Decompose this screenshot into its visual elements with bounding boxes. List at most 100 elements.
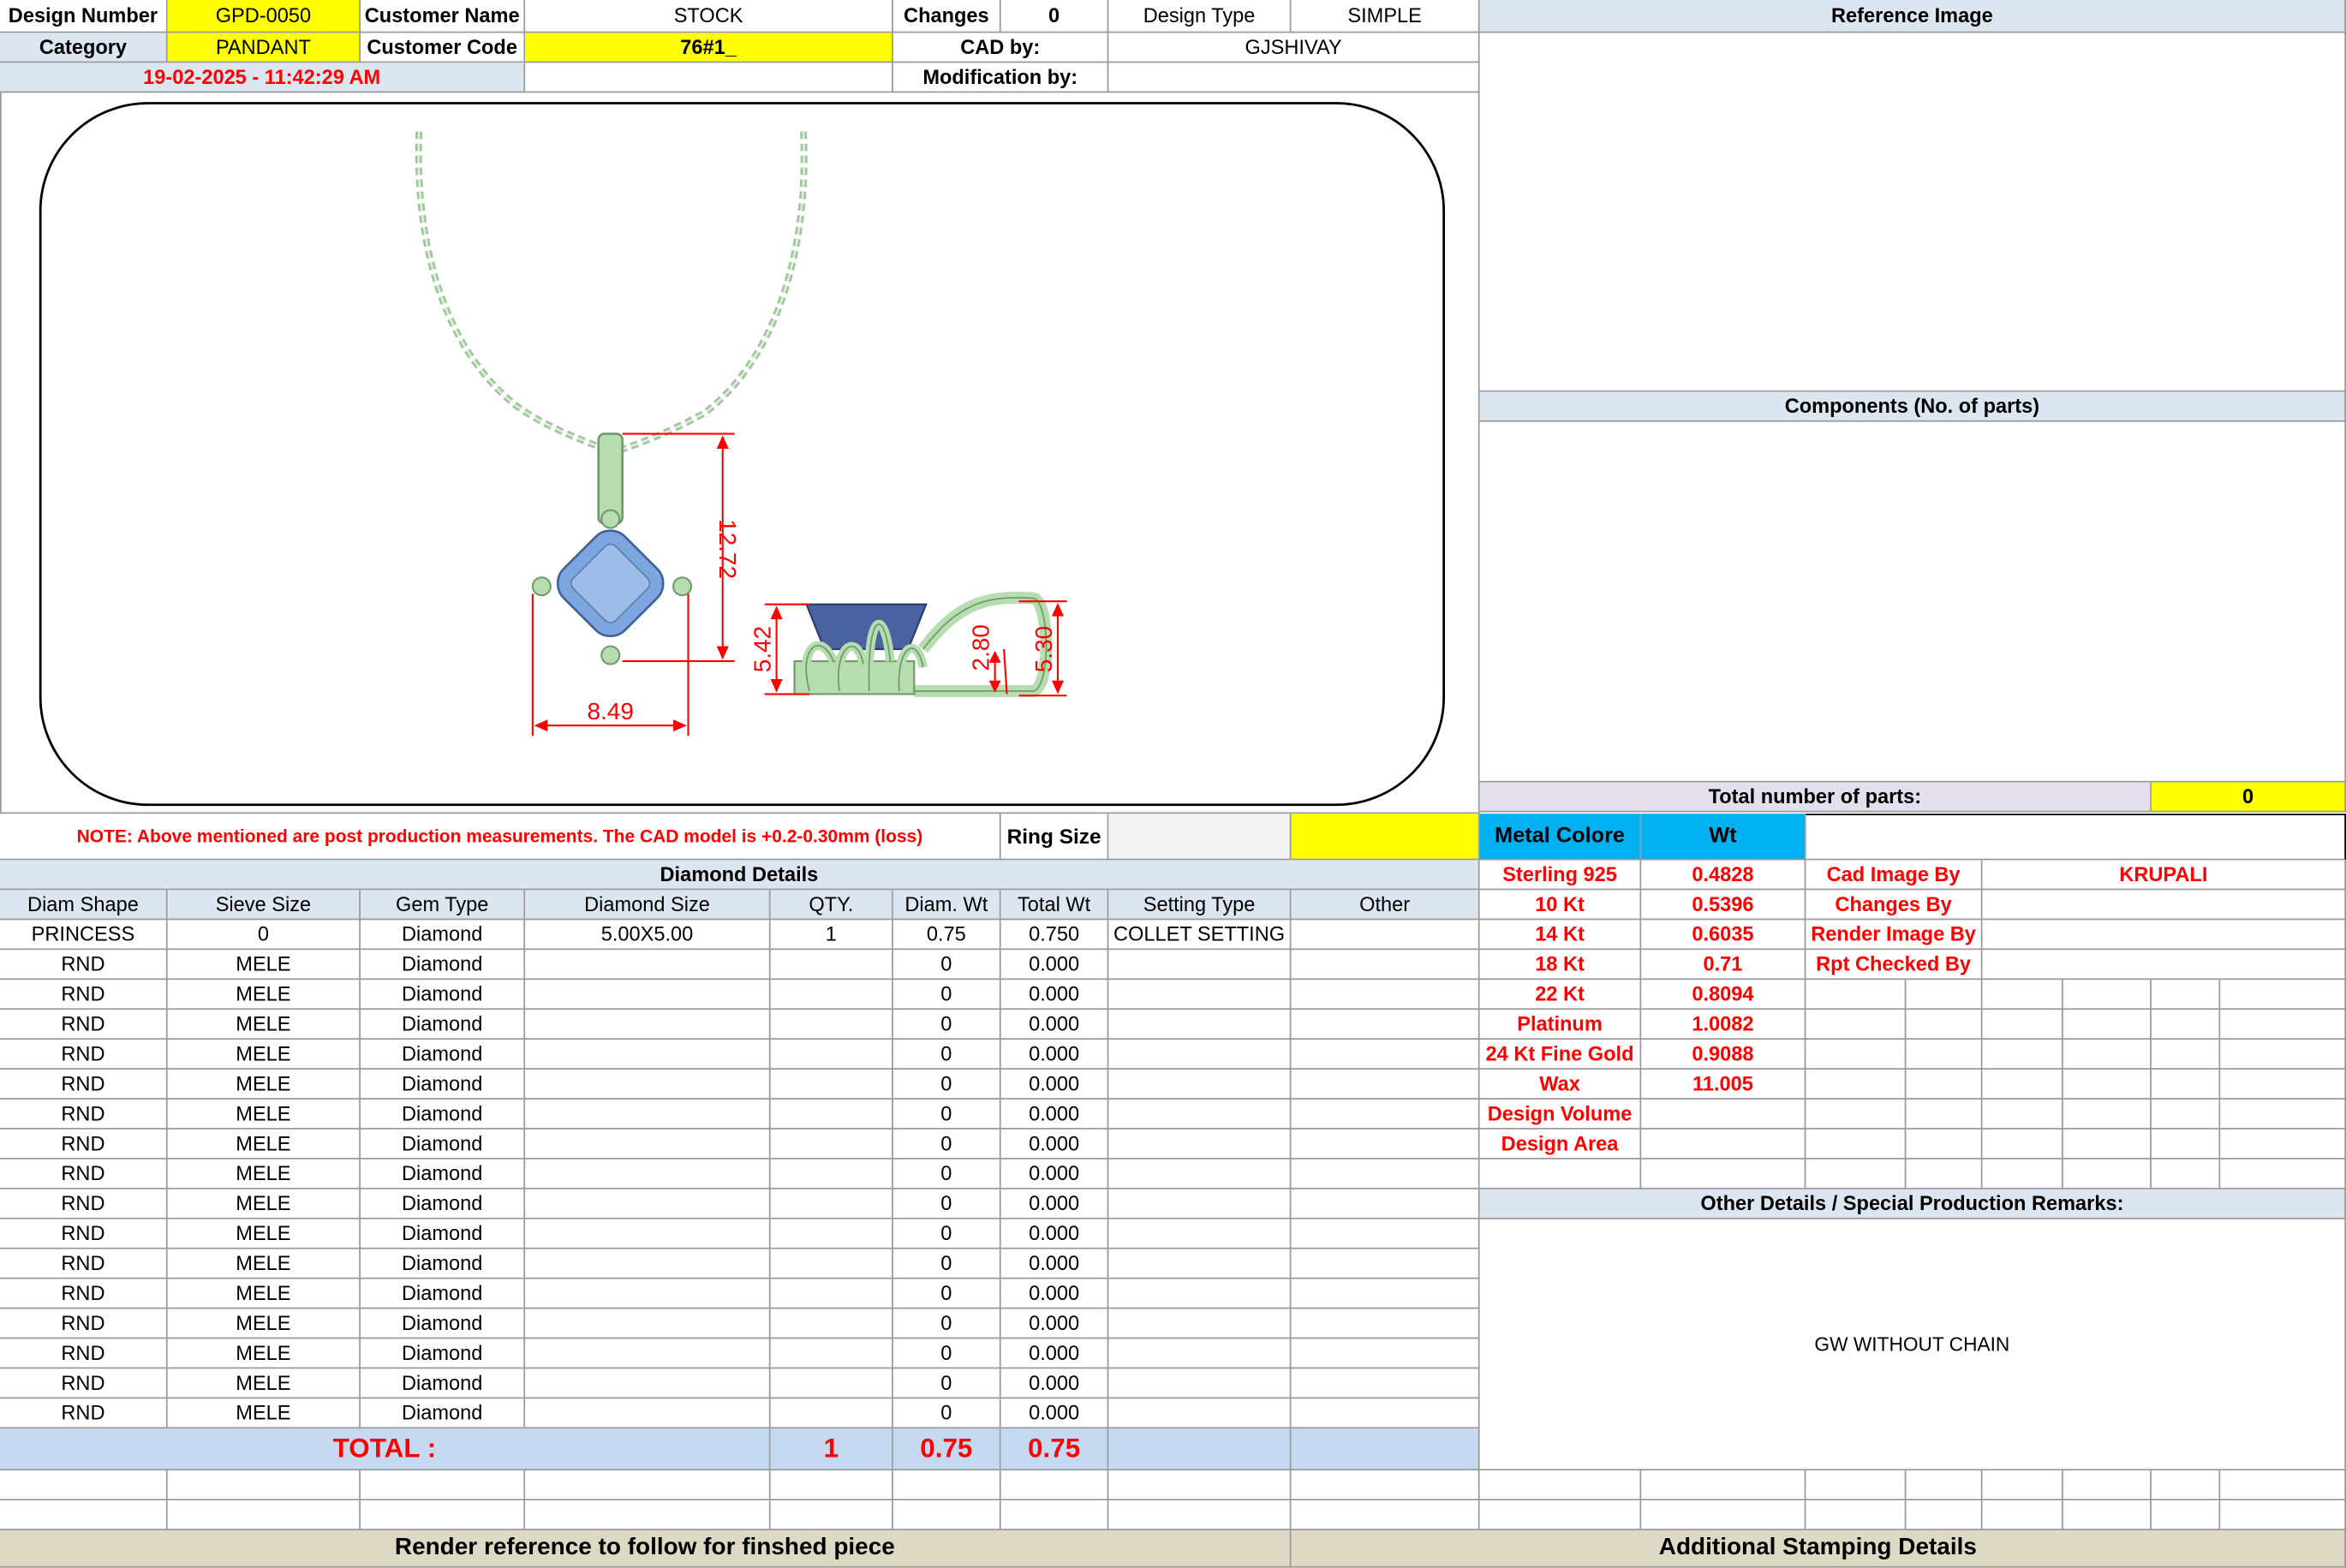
grid-cell[interactable]	[2062, 1099, 2152, 1130]
diamond-cell-other[interactable]	[1291, 980, 1480, 1011]
grid-cell[interactable]	[2220, 1159, 2346, 1189]
diamond-cell-qty[interactable]	[770, 1309, 893, 1339]
diamond-cell-other[interactable]	[1291, 920, 1480, 951]
grid-cell[interactable]	[1982, 1040, 2063, 1070]
diamond-cell-other[interactable]	[1291, 1010, 1480, 1040]
diamond-cell-gem-type[interactable]: Diamond	[360, 1398, 526, 1429]
diamond-cell-sieve-size[interactable]: MELE	[167, 1040, 361, 1070]
diamond-cell-diam-shape[interactable]: PRINCESS	[0, 920, 168, 951]
diamond-cell-other[interactable]	[1291, 1069, 1480, 1100]
diamond-cell-total-wt[interactable]: 0.000	[1000, 1368, 1109, 1399]
diamond-cell-diam-wt[interactable]: 0	[892, 1189, 1001, 1219]
empty-cell[interactable]	[525, 1470, 771, 1501]
diamond-cell-gem-type[interactable]: Diamond	[360, 980, 526, 1011]
diamond-cell-diam-shape[interactable]: RND	[0, 1368, 168, 1399]
diamond-cell-qty[interactable]	[770, 1129, 893, 1160]
diamond-cell-diamond-size[interactable]	[525, 1279, 771, 1309]
grid-cell[interactable]	[1806, 980, 1907, 1011]
diamond-cell-setting-type[interactable]	[1108, 1398, 1292, 1429]
grid-cell[interactable]	[1982, 1010, 2063, 1040]
design-type-value[interactable]: SIMPLE	[1291, 0, 1480, 33]
diamond-cell-total-wt[interactable]: 0.000	[1000, 1189, 1109, 1219]
grid-cell[interactable]	[1906, 1040, 1983, 1070]
grid-cell[interactable]	[2151, 1159, 2221, 1189]
diamond-cell-sieve-size[interactable]: MELE	[167, 1338, 361, 1369]
diamond-cell-qty[interactable]	[770, 980, 893, 1011]
metal-weight[interactable]: 11.005	[1641, 1069, 1806, 1100]
diamond-cell-qty[interactable]	[770, 1010, 893, 1040]
diamond-cell-other[interactable]	[1291, 1129, 1480, 1160]
diamond-cell-total-wt[interactable]: 0.000	[1000, 1309, 1109, 1339]
diamond-cell-setting-type[interactable]	[1108, 1249, 1292, 1279]
diamond-cell-diam-shape[interactable]: RND	[0, 1279, 168, 1309]
grid-cell[interactable]	[1906, 1129, 1983, 1160]
diamond-cell-total-wt[interactable]: 0.000	[1000, 1129, 1109, 1160]
empty-cell[interactable]	[360, 1500, 526, 1530]
diamond-cell-diam-wt[interactable]: 0	[892, 1010, 1001, 1040]
diamond-cell-diamond-size[interactable]	[525, 1249, 771, 1279]
empty-cell[interactable]	[2062, 1500, 2152, 1530]
empty-cell[interactable]	[2220, 1470, 2346, 1501]
diamond-cell-diam-shape[interactable]: RND	[0, 1189, 168, 1219]
grid-cell[interactable]	[2151, 1099, 2221, 1130]
diamond-cell-sieve-size[interactable]: MELE	[167, 1069, 361, 1100]
grid-cell[interactable]	[2220, 1129, 2346, 1160]
diamond-cell-setting-type[interactable]	[1108, 1069, 1292, 1100]
diamond-cell-gem-type[interactable]: Diamond	[360, 1010, 526, 1040]
grid-cell[interactable]	[2151, 980, 2221, 1011]
grid-cell[interactable]	[1806, 1010, 1907, 1040]
grid-cell[interactable]	[1806, 1040, 1907, 1070]
changes-value[interactable]: 0	[1000, 0, 1109, 33]
diamond-cell-total-wt[interactable]: 0.000	[1000, 1249, 1109, 1279]
diamond-cell-qty[interactable]	[770, 1099, 893, 1130]
diamond-cell-setting-type[interactable]	[1108, 1129, 1292, 1160]
grid-cell[interactable]	[1982, 1069, 2063, 1100]
diamond-cell-total-wt[interactable]: 0.000	[1000, 1159, 1109, 1189]
grid-cell[interactable]	[2062, 1010, 2152, 1040]
diamond-cell-qty[interactable]	[770, 1249, 893, 1279]
customer-code-value[interactable]: 76#1_	[525, 33, 893, 63]
diamond-cell-gem-type[interactable]: Diamond	[360, 1099, 526, 1130]
diamond-cell-diam-wt[interactable]: 0	[892, 1398, 1001, 1429]
diamond-cell-diam-shape[interactable]: RND	[0, 980, 168, 1011]
grid-cell[interactable]	[2151, 1040, 2221, 1070]
diamond-cell-other[interactable]	[1291, 1040, 1480, 1070]
empty-cell[interactable]	[2151, 1470, 2221, 1501]
diamond-cell-diam-wt[interactable]: 0	[892, 1069, 1001, 1100]
empty-cell[interactable]	[1479, 1500, 1642, 1530]
empty-cell[interactable]	[1291, 1500, 1480, 1530]
diamond-cell-qty[interactable]	[770, 1159, 893, 1189]
reference-image-area[interactable]	[1479, 33, 2346, 392]
diamond-cell-setting-type[interactable]	[1108, 1309, 1292, 1339]
diamond-cell-diam-wt[interactable]: 0	[892, 1129, 1001, 1160]
grid-cell[interactable]	[1906, 1010, 1983, 1040]
diamond-cell-diam-wt[interactable]: 0	[892, 1338, 1001, 1369]
empty-cell[interactable]	[2151, 1500, 2221, 1530]
empty-cell[interactable]	[0, 1470, 168, 1501]
diamond-cell-other[interactable]	[1291, 1099, 1480, 1130]
metal-weight[interactable]	[1641, 1099, 1806, 1130]
diamond-cell-qty[interactable]	[770, 1398, 893, 1429]
empty-cell[interactable]	[1641, 1500, 1806, 1530]
diamond-cell-sieve-size[interactable]: MELE	[167, 980, 361, 1011]
diamond-cell-setting-type[interactable]	[1108, 1279, 1292, 1309]
grid-cell[interactable]	[1906, 1099, 1983, 1130]
empty-cell[interactable]	[1000, 1470, 1109, 1501]
grid-cell[interactable]	[2151, 1129, 2221, 1160]
empty-cell[interactable]	[770, 1500, 893, 1530]
diamond-cell-diamond-size[interactable]	[525, 1069, 771, 1100]
diamond-cell-total-wt[interactable]: 0.000	[1000, 1398, 1109, 1429]
empty-cell[interactable]	[360, 1470, 526, 1501]
diamond-cell-diam-wt[interactable]: 0	[892, 1099, 1001, 1130]
diamond-cell-sieve-size[interactable]: MELE	[167, 1159, 361, 1189]
credit-value[interactable]	[1982, 890, 2346, 921]
diamond-cell-gem-type[interactable]: Diamond	[360, 1279, 526, 1309]
diamond-cell-setting-type[interactable]	[1108, 1219, 1292, 1249]
diamond-cell-qty[interactable]	[770, 1189, 893, 1219]
diamond-cell-diam-wt[interactable]: 0	[892, 1040, 1001, 1070]
metal-weight[interactable]: 1.0082	[1641, 1010, 1806, 1040]
diamond-cell-diam-shape[interactable]: RND	[0, 1069, 168, 1100]
empty-cell[interactable]	[1108, 1470, 1292, 1501]
diamond-cell-total-wt[interactable]: 0.000	[1000, 980, 1109, 1011]
diamond-cell-total-wt[interactable]: 0.750	[1000, 920, 1109, 951]
